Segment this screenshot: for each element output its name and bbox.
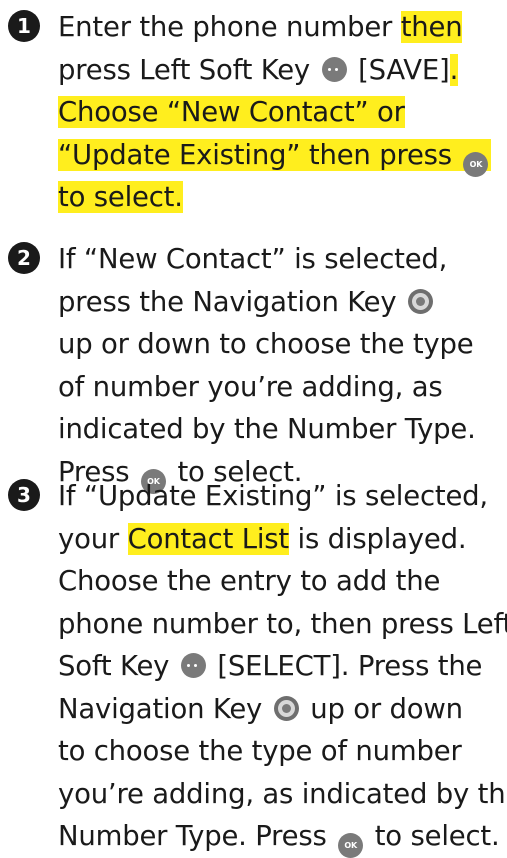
instruction-page: 1 Enter the phone number then press Left… — [0, 0, 507, 858]
highlight: to select. — [58, 181, 183, 213]
ok-key-icon: OK — [338, 833, 364, 858]
soft-key-icon — [321, 56, 347, 82]
step-3-text: If “Update Existing” is selected, your C… — [58, 475, 507, 858]
highlight: Contact List — [127, 522, 289, 555]
step-1-line-3: Choose “New Contact” or — [58, 91, 498, 134]
step-2-text: If “New Contact” is selected, press the … — [58, 238, 498, 494]
highlight: . — [449, 53, 459, 86]
ok-key-icon: OK — [463, 151, 489, 177]
highlight: “Update Existing” then press OK — [58, 138, 492, 177]
step-number-3: 3 — [8, 479, 40, 511]
navigation-key-icon — [408, 288, 434, 314]
step-number-1: 1 — [8, 10, 40, 42]
step-number-2: 2 — [8, 242, 40, 274]
step-1-text: Enter the phone number then press Left S… — [58, 6, 498, 219]
highlight: then — [400, 11, 463, 43]
step-1-line-5: to select. — [58, 176, 498, 219]
step-1-line-1: Enter the phone number then — [58, 11, 463, 43]
highlight: Choose “New Contact” or — [58, 96, 405, 128]
step-1-line-2: press Left Soft Key [SAVE]. — [58, 53, 459, 86]
soft-key-icon — [180, 653, 206, 678]
step-1-line-4: “Update Existing” then press OK — [58, 134, 498, 177]
navigation-key-icon — [273, 695, 299, 721]
